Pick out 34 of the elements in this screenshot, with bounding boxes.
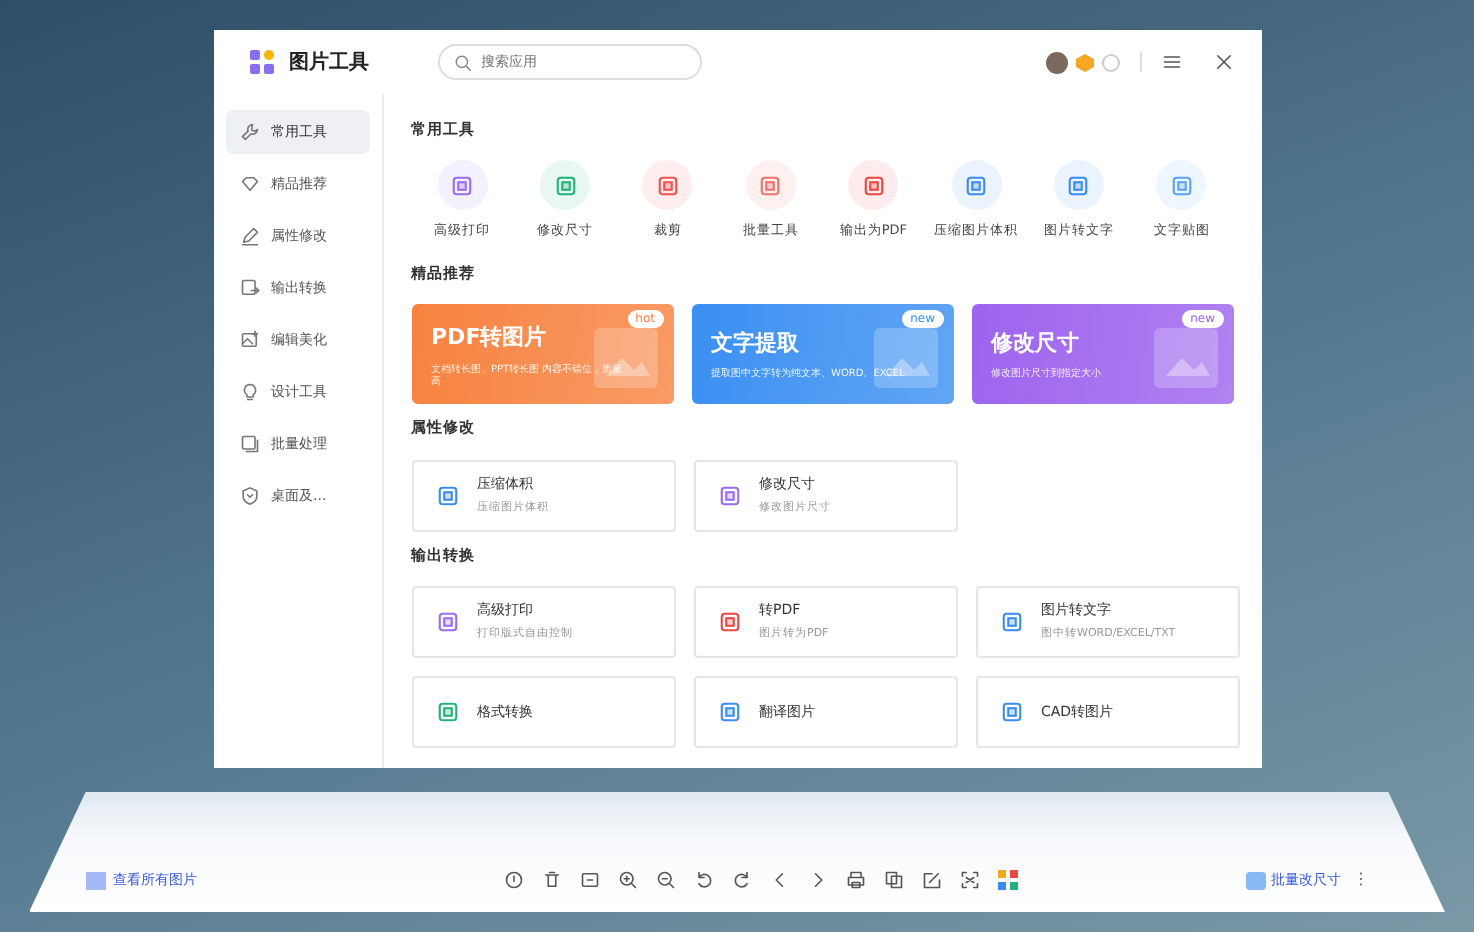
printer-icon[interactable] xyxy=(846,870,866,890)
copy-icon[interactable] xyxy=(884,870,904,890)
bulb-icon xyxy=(239,382,259,402)
search-icon xyxy=(453,53,471,71)
export-icon xyxy=(239,278,259,298)
coin-icon xyxy=(1101,53,1119,71)
picture-icon xyxy=(1149,324,1221,393)
close-icon xyxy=(1213,52,1233,72)
edit-icon[interactable] xyxy=(922,870,942,890)
avatar[interactable] xyxy=(1045,51,1067,73)
scan-icon[interactable] xyxy=(960,870,980,890)
app-title: 图片工具 xyxy=(289,49,369,77)
gem-icon xyxy=(239,174,259,194)
image-icon xyxy=(239,330,259,350)
info-icon[interactable] xyxy=(504,870,524,890)
pen-icon xyxy=(239,226,259,246)
rotate-left-icon[interactable] xyxy=(694,870,714,890)
zoom-in-icon[interactable] xyxy=(618,870,638,890)
resize-icon xyxy=(1245,871,1265,889)
trash-icon[interactable] xyxy=(542,870,562,890)
rotate-right-icon[interactable] xyxy=(732,870,752,890)
gallery-icon xyxy=(85,871,105,889)
wrench-icon xyxy=(239,122,259,142)
picture-icon xyxy=(869,324,941,393)
crown-icon xyxy=(1075,53,1093,71)
screen-icon[interactable] xyxy=(580,870,600,890)
more-button[interactable]: ⋮ xyxy=(1341,868,1369,892)
apps-icon[interactable] xyxy=(998,870,1018,890)
menu-icon xyxy=(1161,52,1181,72)
shield-icon xyxy=(239,486,259,506)
stack-icon xyxy=(239,434,259,454)
picture-icon xyxy=(589,324,661,393)
zoom-out-icon[interactable] xyxy=(656,870,676,890)
logo-icon xyxy=(249,50,273,74)
